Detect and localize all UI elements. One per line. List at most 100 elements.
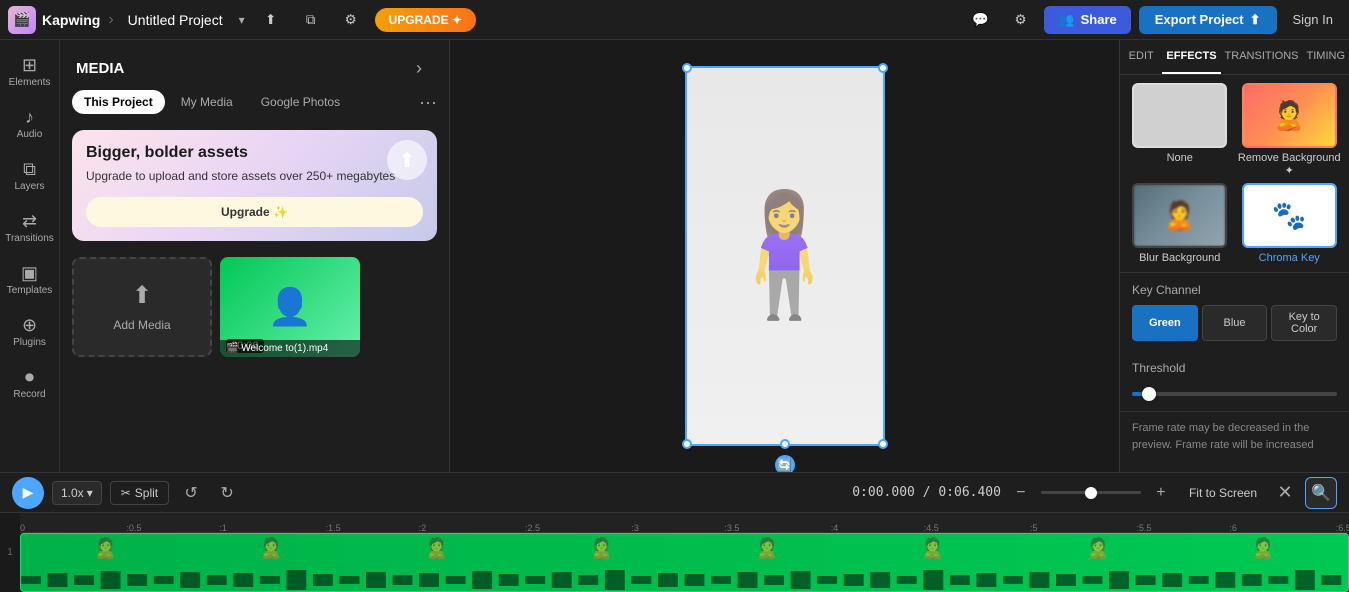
audio-icon: ♪ <box>25 108 34 126</box>
media-panel: MEDIA › This Project My Media Google Pho… <box>60 40 450 472</box>
time-total: 0:06.400 <box>938 485 1001 500</box>
share-upload-icon-btn[interactable]: ⬆ <box>255 4 287 36</box>
sidebar-item-layers[interactable]: ⧉ Layers <box>4 152 56 200</box>
export-btn[interactable]: Export Project ⬆ <box>1139 6 1277 34</box>
signin-btn[interactable]: Sign In <box>1285 6 1341 33</box>
comment-icon-btn[interactable]: 💬 <box>964 4 996 36</box>
upgrade-banner: ⬆ Bigger, bolder assets Upgrade to uploa… <box>72 130 437 241</box>
tab-edit[interactable]: EDIT <box>1120 40 1162 74</box>
transitions-icon: ⇄ <box>22 212 37 230</box>
ruler-2: :2 <box>419 523 427 533</box>
tab-google-photos[interactable]: Google Photos <box>249 90 352 114</box>
sidebar-item-layers-label: Layers <box>14 181 44 192</box>
timeline-controls: ▶ 1.0x ▾ ✂ Split ↺ ↻ 0:00.000 / 0:06.400… <box>0 473 1349 513</box>
timeline-ruler: 0 :0.5 :1 :1.5 :2 :2.5 :3 :3.5 :4 :4.5 :… <box>20 513 1349 533</box>
speed-btn[interactable]: 1.0x ▾ <box>52 481 102 505</box>
zoom-in-btn[interactable]: + <box>1147 479 1175 507</box>
sidebar-item-record-label: Record <box>13 389 45 400</box>
collapse-panel-btn[interactable]: › <box>405 54 433 82</box>
settings-icon-btn[interactable]: ⚙ <box>335 4 367 36</box>
search-icon-btn[interactable]: 🔍 <box>1305 477 1337 509</box>
zoom-out-btn[interactable]: − <box>1007 479 1035 507</box>
play-icon: ▶ <box>23 484 34 501</box>
key-btn-blue[interactable]: Blue <box>1202 305 1268 341</box>
effect-remove-bg[interactable]: 🙎 Remove Background ✦ <box>1238 83 1342 177</box>
frame-icon-4: 🙎 <box>589 536 614 561</box>
effect-blur-bg[interactable]: 🙎 Blur Background <box>1128 183 1232 264</box>
sidebar-item-transitions-label: Transitions <box>5 233 54 244</box>
project-name[interactable]: Untitled Project <box>122 10 229 30</box>
rotate-handle[interactable]: 🔄 <box>775 455 795 472</box>
frame-icon-8: 🙎 <box>1251 536 1276 561</box>
video-clip[interactable]: 🙎 🙎 🙎 🙎 🙎 🙎 🙎 🙎 <box>20 533 1349 592</box>
add-media-btn[interactable]: ⬆ Add Media <box>72 257 212 357</box>
threshold-slider[interactable] <box>1132 392 1337 396</box>
redo-btn[interactable]: ↻ <box>213 479 241 507</box>
tab-timing[interactable]: TIMING <box>1303 40 1349 74</box>
effect-label-none: None <box>1167 152 1193 164</box>
sidebar-item-plugins[interactable]: ⊕ Plugins <box>4 308 56 356</box>
upgrade-banner-title: Bigger, bolder assets <box>86 144 423 162</box>
gear-icon-btn[interactable]: ⚙ <box>1004 4 1036 36</box>
undo-btn[interactable]: ↺ <box>177 479 205 507</box>
effect-label-chroma-key: Chroma Key <box>1259 252 1320 264</box>
key-channel-label: Key Channel <box>1132 283 1337 297</box>
canvas-bg: 🧍‍♀️ 🔄 <box>450 40 1119 472</box>
left-sidebar: ⊞ Elements ♪ Audio ⧉ Layers ⇄ Transition… <box>0 40 60 472</box>
play-btn[interactable]: ▶ <box>12 477 44 509</box>
undo-icon: ↺ <box>184 483 197 503</box>
logo[interactable]: 🎬 Kapwing <box>8 6 100 34</box>
canvas-area[interactable]: 🧍‍♀️ 🔄 <box>450 40 1119 472</box>
elements-icon: ⊞ <box>22 56 37 74</box>
ruler-3-5: :3.5 <box>724 523 739 533</box>
share-btn[interactable]: 👥 Share <box>1044 6 1130 34</box>
time-current: 0:00.000 <box>852 485 915 500</box>
upgrade-banner-btn[interactable]: Upgrade ✨ <box>86 197 423 227</box>
effect-chroma-key[interactable]: 🐾 Chroma Key <box>1238 183 1342 264</box>
add-media-icon: ⬆ <box>132 281 152 310</box>
zoom-slider[interactable] <box>1041 491 1141 494</box>
video-frame[interactable]: 🧍‍♀️ 🔄 <box>685 66 885 446</box>
effect-none[interactable]: None <box>1128 83 1232 177</box>
remove-bg-person-icon: 🙎 <box>1272 99 1307 132</box>
tab-this-project[interactable]: This Project <box>72 90 165 114</box>
fit-screen-btn[interactable]: Fit to Screen <box>1181 482 1265 504</box>
sidebar-item-transitions[interactable]: ⇄ Transitions <box>4 204 56 252</box>
warning-text: Frame rate may be decreased in the previ… <box>1120 411 1349 461</box>
media-tabs: This Project My Media Google Photos ··· <box>60 90 449 122</box>
upgrade-btn[interactable]: UPGRADE ✦ <box>375 8 476 32</box>
timeline-track-area: 1 0 :0.5 :1 :1.5 :2 :2.5 :3 :3.5 :4 :4.5… <box>0 513 1349 592</box>
key-btn-key-to-color[interactable]: Key to Color <box>1271 305 1337 341</box>
media-grid: ⬆ Add Media 👤 00:06 🎬 Welcome to(1).mp4 <box>60 249 449 365</box>
project-dropdown-btn[interactable]: ▾ <box>237 11 247 29</box>
sidebar-item-templates[interactable]: ▣ Templates <box>4 256 56 304</box>
sidebar-item-elements[interactable]: ⊞ Elements <box>4 48 56 96</box>
media-header: MEDIA › <box>60 40 449 90</box>
close-timeline-btn[interactable]: ✕ <box>1271 479 1299 507</box>
ruler-4: :4 <box>831 523 839 533</box>
ruler-5-5: :5.5 <box>1136 523 1151 533</box>
plugins-icon: ⊕ <box>22 316 37 334</box>
speed-label: 1.0x <box>61 486 84 500</box>
history-icon-btn[interactable]: ⧉ <box>295 4 327 36</box>
key-btn-green[interactable]: Green <box>1132 305 1198 341</box>
tab-my-media[interactable]: My Media <box>169 90 245 114</box>
ruler-5: :5 <box>1030 523 1038 533</box>
media-more-btn[interactable]: ··· <box>419 90 437 114</box>
tab-effects[interactable]: EFFECTS <box>1162 40 1220 74</box>
sidebar-item-record[interactable]: ⏺ Record <box>4 360 56 408</box>
tab-transitions-right[interactable]: TRANSITIONS <box>1221 40 1303 74</box>
record-icon: ⏺ <box>25 368 34 386</box>
share-label: Share <box>1081 12 1117 27</box>
media-title: MEDIA <box>76 60 124 77</box>
redo-icon: ↻ <box>220 483 233 503</box>
media-thumb-0[interactable]: 👤 00:06 🎬 Welcome to(1).mp4 <box>220 257 360 357</box>
upload-icon: ⬆ <box>387 140 427 180</box>
ruler-3: :3 <box>631 523 639 533</box>
frame-icon-1: 🙎 <box>93 536 118 561</box>
split-btn[interactable]: ✂ Split <box>110 481 169 505</box>
effect-thumb-remove-bg: 🙎 <box>1242 83 1337 148</box>
clip-content: 🙎 🙎 🙎 🙎 🙎 🙎 🙎 🙎 <box>21 534 1348 591</box>
breadcrumb-sep: › <box>108 11 113 29</box>
sidebar-item-audio[interactable]: ♪ Audio <box>4 100 56 148</box>
